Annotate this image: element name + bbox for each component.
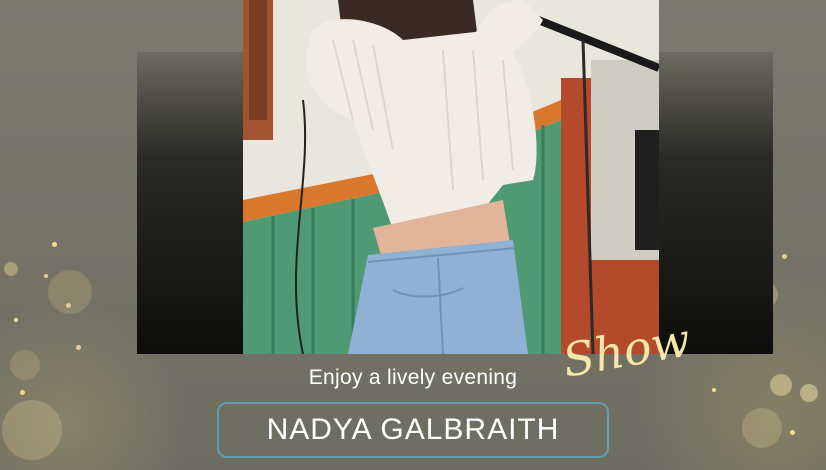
tagline: Enjoy a lively evening: [308, 366, 518, 389]
performer-name-box: NADYA GALBRAITH: [217, 402, 609, 458]
performer-name: NADYA GALBRAITH: [266, 413, 560, 446]
